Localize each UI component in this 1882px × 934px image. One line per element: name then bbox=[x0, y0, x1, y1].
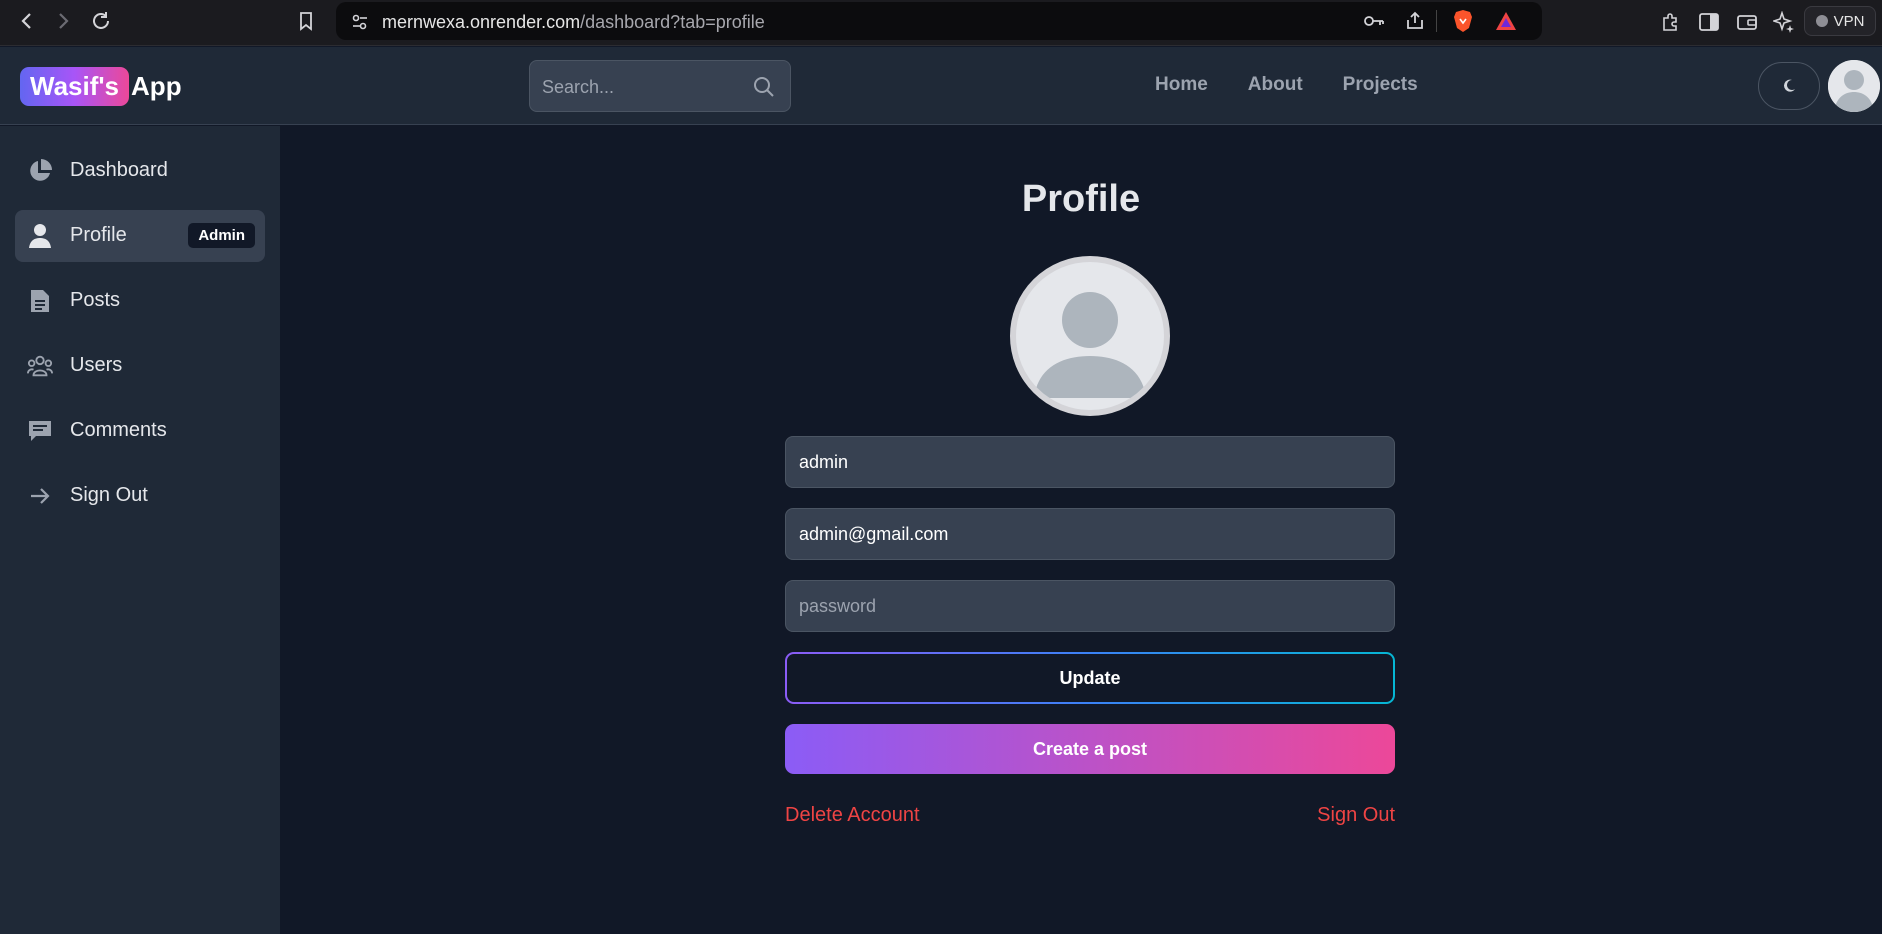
address-bar[interactable]: mernwexa.onrender.com/dashboard?tab=prof… bbox=[336, 2, 1542, 40]
app-header: Wasif's App Home About Projects bbox=[0, 47, 1882, 125]
share-icon[interactable] bbox=[1404, 10, 1426, 37]
sidebar-toggle-icon[interactable] bbox=[1697, 10, 1721, 34]
sidebar-item-label: Comments bbox=[70, 419, 167, 441]
browser-toolbar: mernwexa.onrender.com/dashboard?tab=prof… bbox=[0, 0, 1882, 46]
vpn-label: VPN bbox=[1833, 12, 1865, 30]
sidebar-item-comments[interactable]: Comments bbox=[15, 405, 265, 457]
moon-icon bbox=[1784, 79, 1795, 92]
password-field bbox=[785, 580, 1395, 632]
update-button-label: Update bbox=[787, 654, 1393, 702]
email-field bbox=[785, 508, 1395, 560]
sidebar: Dashboard Profile Admin Posts Users Comm… bbox=[0, 126, 280, 934]
sidebar-item-label: Profile bbox=[70, 224, 127, 246]
document-icon bbox=[27, 288, 53, 314]
avatar-placeholder-icon bbox=[1828, 60, 1880, 112]
url-host: mernwexa.onrender.com bbox=[382, 12, 581, 32]
search-input[interactable] bbox=[542, 74, 742, 100]
forward-icon[interactable] bbox=[50, 8, 76, 34]
sidebar-item-users[interactable]: Users bbox=[15, 340, 265, 392]
url-text: mernwexa.onrender.com/dashboard?tab=prof… bbox=[382, 12, 765, 33]
vpn-button[interactable]: VPN bbox=[1804, 6, 1876, 36]
nav-about-link[interactable]: About bbox=[1248, 74, 1303, 96]
delete-account-link[interactable]: Delete Account bbox=[785, 804, 920, 827]
theme-toggle-button[interactable] bbox=[1758, 62, 1820, 110]
top-nav: Home About Projects bbox=[1155, 74, 1418, 96]
extensions-icon[interactable] bbox=[1658, 10, 1682, 34]
create-post-button[interactable]: Create a post bbox=[785, 724, 1395, 774]
sidebar-item-signout[interactable]: Sign Out bbox=[15, 470, 265, 522]
nav-projects-link[interactable]: Projects bbox=[1343, 74, 1418, 96]
arrow-right-icon bbox=[27, 483, 53, 509]
sign-out-link[interactable]: Sign Out bbox=[1317, 804, 1395, 827]
pie-chart-icon bbox=[27, 158, 53, 184]
site-settings-icon[interactable] bbox=[350, 12, 370, 37]
brave-shield-icon[interactable] bbox=[1452, 9, 1474, 38]
url-path: /dashboard?tab=profile bbox=[580, 12, 765, 32]
bookmark-icon[interactable] bbox=[293, 8, 319, 34]
sidebar-item-label: Sign Out bbox=[70, 484, 148, 506]
sidebar-item-label: Posts bbox=[70, 289, 121, 311]
search-box bbox=[529, 60, 791, 112]
sidebar-item-dashboard[interactable]: Dashboard bbox=[15, 145, 265, 197]
user-avatar[interactable] bbox=[1828, 60, 1880, 112]
username-input[interactable] bbox=[786, 437, 1394, 487]
sidebar-item-posts[interactable]: Posts bbox=[15, 275, 265, 327]
logo-highlight: Wasif's bbox=[20, 66, 130, 106]
username-field bbox=[785, 436, 1395, 488]
comment-icon bbox=[27, 418, 53, 444]
nav-home-link[interactable]: Home bbox=[1155, 74, 1208, 96]
role-badge: Admin bbox=[188, 223, 255, 248]
sidebar-item-label: Dashboard bbox=[70, 159, 168, 181]
app-logo[interactable]: Wasif's App bbox=[20, 65, 182, 107]
leo-ai-icon[interactable] bbox=[1772, 10, 1796, 34]
email-input[interactable] bbox=[786, 509, 1394, 559]
password-input[interactable] bbox=[786, 581, 1394, 631]
main-content: Profile Update Create a post Delete Acco… bbox=[280, 126, 1882, 934]
profile-picture[interactable] bbox=[1010, 256, 1170, 416]
rewards-icon[interactable] bbox=[1494, 10, 1518, 37]
update-button[interactable]: Update bbox=[785, 652, 1395, 704]
users-icon bbox=[27, 353, 53, 379]
divider bbox=[1436, 10, 1437, 32]
sidebar-item-profile[interactable]: Profile Admin bbox=[15, 210, 265, 262]
search-icon[interactable] bbox=[752, 75, 776, 104]
wallet-icon[interactable] bbox=[1735, 10, 1759, 34]
user-icon bbox=[27, 223, 53, 249]
vpn-status-icon bbox=[1815, 15, 1828, 27]
key-icon[interactable] bbox=[1362, 11, 1386, 36]
logo-text: App bbox=[131, 70, 182, 101]
reload-icon[interactable] bbox=[88, 8, 114, 34]
page-title: Profile bbox=[1021, 178, 1141, 220]
sidebar-item-label: Users bbox=[70, 354, 123, 376]
avatar-placeholder-icon bbox=[1016, 262, 1164, 410]
back-icon[interactable] bbox=[14, 8, 40, 34]
